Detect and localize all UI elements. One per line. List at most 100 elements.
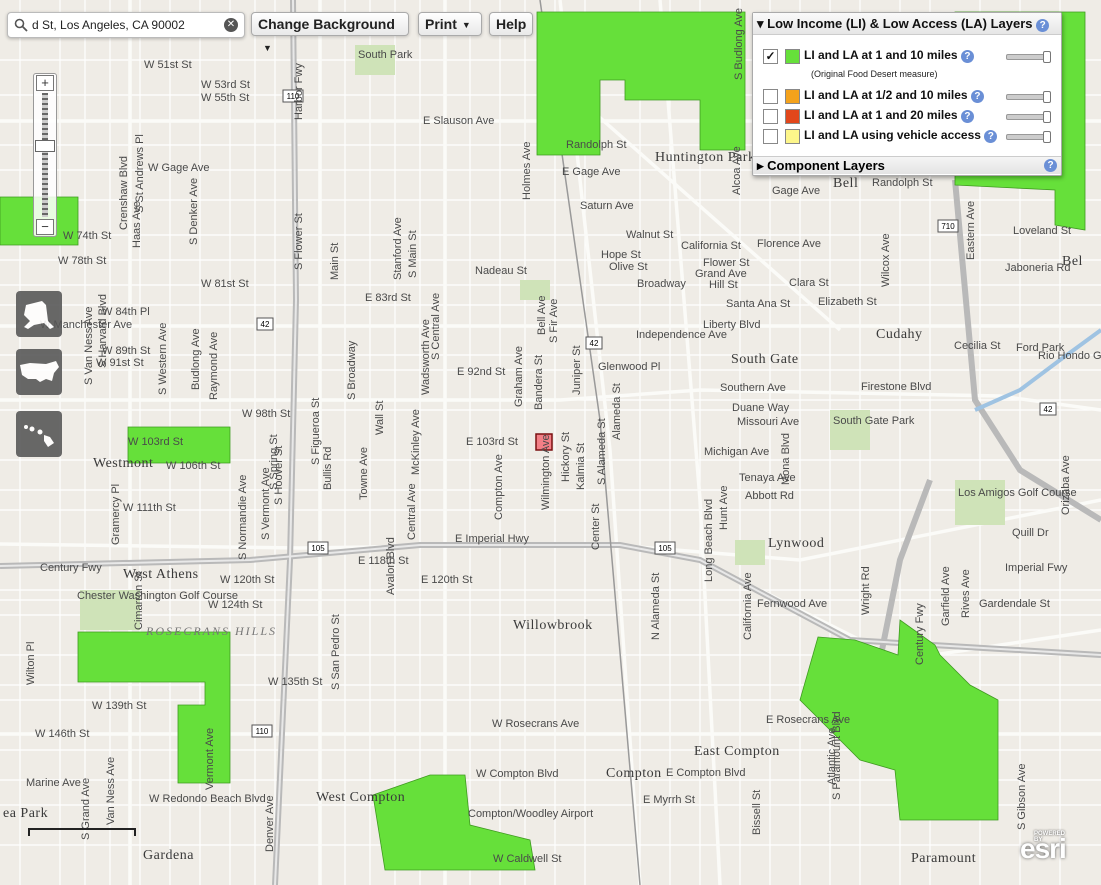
- layers-panel-title: Low Income (LI) & Low Access (LA) Layers: [767, 16, 1033, 31]
- map-label: East Compton: [694, 744, 780, 759]
- map-label: Hope St: [601, 249, 641, 261]
- map-label: Imperial Fwy: [1005, 562, 1068, 574]
- map-label: Alameda St: [611, 383, 623, 440]
- map-label: W 84th Pl: [102, 306, 150, 318]
- map-label: Quill Dr: [1012, 527, 1049, 539]
- map-label: Michigan Ave: [704, 446, 770, 458]
- layer-checkbox[interactable]: [763, 89, 778, 104]
- map-label: Willowbrook: [513, 618, 593, 633]
- zoom-in-button[interactable]: +: [36, 75, 54, 91]
- layer-note: (Original Food Desert measure): [811, 69, 938, 79]
- slider-handle[interactable]: [1043, 111, 1051, 123]
- tract-north: [536, 11, 746, 156]
- layer-checkbox[interactable]: [763, 129, 778, 144]
- map-label: Juniper St: [571, 345, 583, 395]
- map-label: Saturn Ave: [580, 200, 634, 212]
- map-label: Kalmia St: [575, 442, 587, 490]
- slider-handle[interactable]: [1043, 131, 1051, 143]
- zoom-slider[interactable]: + −: [33, 73, 57, 237]
- map-label: E 83rd St: [365, 292, 411, 304]
- slider-handle[interactable]: [1043, 51, 1051, 63]
- map-label: ea Park: [3, 806, 49, 821]
- map-label: W Compton Blvd: [476, 768, 559, 780]
- layer-checkbox[interactable]: ✓: [763, 49, 778, 64]
- help-icon[interactable]: ?: [960, 110, 974, 123]
- map-label: Wright Rd: [860, 566, 872, 615]
- map-label: Center St: [590, 503, 602, 550]
- help-icon[interactable]: ?: [960, 50, 974, 63]
- map-label: E Slauson Ave: [423, 115, 495, 127]
- map-label: Central Ave: [406, 483, 418, 540]
- zoom-handle[interactable]: [35, 140, 55, 152]
- conus-extent-button[interactable]: [16, 349, 62, 395]
- map-label: Broadway: [637, 278, 686, 290]
- component-layers-label: Component Layers: [767, 158, 885, 173]
- search-icon: [14, 18, 28, 32]
- print-button[interactable]: Print ▼: [418, 12, 482, 36]
- opacity-slider[interactable]: [1006, 51, 1051, 63]
- zoom-track[interactable]: [42, 93, 48, 217]
- svg-text:105: 105: [311, 544, 325, 553]
- map-label: Crenshaw Blvd: [118, 156, 130, 230]
- zoom-out-button[interactable]: −: [36, 219, 54, 235]
- map-label: Olive St: [609, 261, 648, 273]
- component-layers-header[interactable]: ▸ Component Layers ?: [753, 156, 1061, 174]
- layer-checkbox[interactable]: [763, 109, 778, 124]
- help-icon[interactable]: ?: [1044, 159, 1057, 172]
- map-label: Duane Way: [732, 402, 790, 414]
- opacity-slider[interactable]: [1006, 131, 1051, 143]
- map-label: S Broadway: [346, 340, 358, 400]
- map-label: Compton/Woodley Airport: [468, 808, 594, 820]
- powered-by-text: POWERED BY: [1034, 831, 1066, 843]
- map-label: Long Beach Blvd: [703, 498, 715, 582]
- map-label: W 89th St: [102, 345, 151, 357]
- map-label: S Figueroa St: [310, 397, 322, 465]
- change-background-label: Change Background: [258, 16, 395, 32]
- map-label: Century Fwy: [914, 603, 926, 665]
- alaska-icon: [24, 301, 54, 329]
- change-background-button[interactable]: Change Background ▼: [251, 12, 409, 53]
- opacity-slider[interactable]: [1006, 91, 1051, 103]
- map-label: N Alameda St: [650, 572, 662, 640]
- map-label: Paramount: [911, 851, 977, 866]
- search-input[interactable]: [30, 15, 224, 35]
- map-label: Cimarron St: [133, 571, 145, 630]
- map-label: Abbott Rd: [745, 490, 794, 502]
- hawaii-extent-button[interactable]: [16, 411, 62, 457]
- map-label: Glenwood Pl: [598, 361, 661, 373]
- map-label: S Western Ave: [157, 322, 169, 395]
- svg-text:110: 110: [256, 727, 269, 736]
- map-label: Loveland St: [1013, 225, 1072, 237]
- map-label: Vermont Ave: [204, 727, 216, 790]
- map-label: S Denker Ave: [188, 177, 200, 245]
- map-label: S Spring St: [268, 434, 280, 490]
- map-label: Bissell St: [751, 789, 763, 835]
- help-icon[interactable]: ?: [970, 90, 984, 103]
- map-label: Independence Ave: [636, 329, 727, 341]
- map-label: Century Fwy: [40, 562, 102, 574]
- scale-bar: [28, 828, 136, 836]
- map-label: Towne Ave: [358, 446, 370, 500]
- map-label: S Gibson Ave: [1016, 763, 1028, 830]
- map-label: Stanford Ave: [392, 217, 404, 280]
- map-label: Westmont: [93, 456, 154, 471]
- slider-handle[interactable]: [1043, 91, 1051, 103]
- help-icon[interactable]: ?: [984, 130, 998, 143]
- map-label: Wilton Pl: [25, 641, 37, 685]
- dropdown-caret-icon: ▼: [263, 42, 272, 53]
- map-label: E 120th St: [421, 574, 473, 586]
- map-label: Nadeau St: [475, 265, 527, 277]
- help-icon[interactable]: ?: [1036, 19, 1050, 32]
- map-label: Cudahy: [876, 327, 923, 342]
- layers-panel-header[interactable]: ▾ Low Income (LI) & Low Access (LA) Laye…: [753, 13, 1061, 35]
- help-button[interactable]: Help: [489, 12, 533, 36]
- clear-search-icon[interactable]: ✕: [224, 18, 238, 32]
- usa-map-icon: [20, 361, 59, 382]
- address-search[interactable]: ✕: [7, 12, 245, 38]
- map-label: E 118th St: [358, 555, 409, 567]
- opacity-slider[interactable]: [1006, 111, 1051, 123]
- map-label: Graham Ave: [513, 346, 525, 407]
- alaska-extent-button[interactable]: [16, 291, 62, 337]
- map-label: W Rosecrans Ave: [492, 718, 580, 730]
- map-label: Randolph St: [566, 139, 627, 151]
